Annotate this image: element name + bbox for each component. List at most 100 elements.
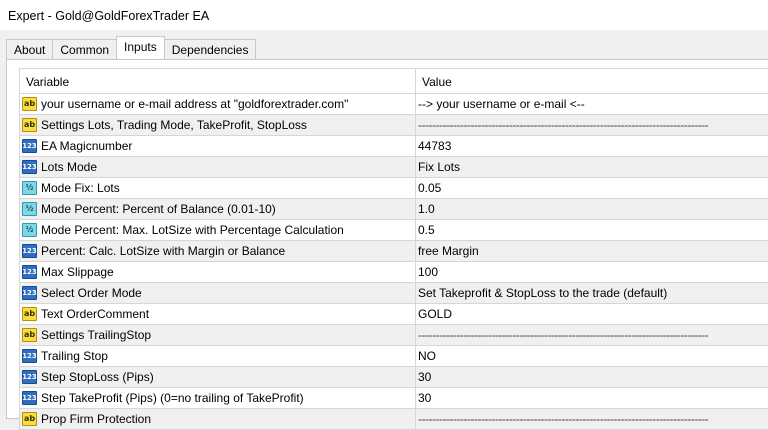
value-cell[interactable]: 30 — [416, 367, 768, 387]
variable-cell: 123 Step TakeProfit (Pips) (0=no trailing… — [20, 388, 416, 408]
value-text: 0.5 — [418, 223, 435, 237]
integer-type-icon: 123 — [22, 244, 37, 258]
variable-cell: 123 Step StopLoss (Pips) — [20, 367, 416, 387]
value-text: free Margin — [418, 244, 479, 258]
grid-rows: ab your username or e-mail address at "go… — [20, 94, 768, 430]
table-row[interactable]: ½ Mode Fix: Lots 0.05 — [20, 178, 768, 199]
variable-name: Step TakeProfit (Pips) (0=no trailing of… — [41, 391, 304, 405]
value-text: GOLD — [418, 307, 453, 321]
value-cell[interactable]: 0.05 — [416, 178, 768, 198]
table-row[interactable]: ½ Mode Percent: Percent of Balance (0.01-… — [20, 199, 768, 220]
table-row[interactable]: 123 Max Slippage 100 — [20, 262, 768, 283]
variable-name: Prop Firm Protection — [41, 412, 152, 426]
value-cell[interactable]: ----------------------------------------… — [416, 409, 768, 429]
tab-about[interactable]: About — [6, 39, 54, 59]
value-cell[interactable]: 44783 — [416, 136, 768, 156]
value-cell[interactable]: 0.5 — [416, 220, 768, 240]
variable-name: Lots Mode — [41, 160, 98, 174]
value-text: 1.0 — [418, 202, 435, 216]
variable-name: Percent: Calc. LotSize with Margin or Ba… — [41, 244, 286, 258]
table-row[interactable]: 123 Step StopLoss (Pips) 30 — [20, 367, 768, 388]
variable-name: your username or e-mail address at "gold… — [41, 97, 349, 111]
tab-strip: About Common Inputs Dependencies — [6, 36, 257, 59]
table-row[interactable]: 123 EA Magicnumber 44783 — [20, 136, 768, 157]
variable-name: Settings TrailingStop — [41, 328, 152, 342]
table-row[interactable]: 123 Percent: Calc. LotSize with Margin or… — [20, 241, 768, 262]
inputs-grid: Variable Value ab your username or e-mail… — [19, 68, 768, 430]
value-text: Set Takeprofit & StopLoss to the trade (… — [418, 286, 668, 300]
double-type-icon: ½ — [22, 202, 37, 216]
tab-inputs[interactable]: Inputs — [116, 36, 165, 59]
table-row[interactable]: ab Settings Lots, Trading Mode, TakeProfi… — [20, 115, 768, 136]
table-row[interactable]: 123 Lots Mode Fix Lots — [20, 157, 768, 178]
value-cell[interactable]: 100 — [416, 262, 768, 282]
variable-name: EA Magicnumber — [41, 139, 133, 153]
variable-cell: ab your username or e-mail address at "go… — [20, 94, 416, 114]
tab-common[interactable]: Common — [52, 39, 118, 59]
value-text: ----------------------------------------… — [418, 328, 709, 342]
value-text: Fix Lots — [418, 160, 461, 174]
table-row[interactable]: 123 Step TakeProfit (Pips) (0=no trailing… — [20, 388, 768, 409]
table-row[interactable]: 123 Select Order Mode Set Takeprofit & Sto… — [20, 283, 768, 304]
value-text: 30 — [418, 391, 432, 405]
variable-cell: 123 Lots Mode — [20, 157, 416, 177]
double-type-icon: ½ — [22, 223, 37, 237]
value-text: --> your username or e-mail <-- — [418, 97, 585, 111]
table-row[interactable]: ab your username or e-mail address at "go… — [20, 94, 768, 115]
value-cell[interactable]: NO — [416, 346, 768, 366]
value-cell[interactable]: 1.0 — [416, 199, 768, 219]
value-text: ----------------------------------------… — [418, 118, 709, 132]
table-row[interactable]: ab Text OrderComment GOLD — [20, 304, 768, 325]
variable-cell: 123 EA Magicnumber — [20, 136, 416, 156]
table-row[interactable]: 123 Trailing Stop NO — [20, 346, 768, 367]
value-cell[interactable]: ----------------------------------------… — [416, 115, 768, 135]
variable-cell: 123 Trailing Stop — [20, 346, 416, 366]
variable-name: Max Slippage — [41, 265, 114, 279]
variable-cell: 123 Percent: Calc. LotSize with Margin or… — [20, 241, 416, 261]
value-cell[interactable]: ----------------------------------------… — [416, 325, 768, 345]
integer-type-icon: 123 — [22, 139, 37, 153]
header-value[interactable]: Value — [416, 69, 768, 93]
integer-type-icon: 123 — [22, 160, 37, 174]
tab-dependencies[interactable]: Dependencies — [163, 39, 257, 59]
value-cell[interactable]: --> your username or e-mail <-- — [416, 94, 768, 114]
value-text: 0.05 — [418, 181, 442, 195]
variable-name: Settings Lots, Trading Mode, TakeProfit,… — [41, 118, 307, 132]
variable-cell: ab Text OrderComment — [20, 304, 416, 324]
variable-cell: ½ Mode Fix: Lots — [20, 178, 416, 198]
variable-cell: ab Prop Firm Protection — [20, 409, 416, 429]
value-cell[interactable]: Set Takeprofit & StopLoss to the trade (… — [416, 283, 768, 303]
value-text: ----------------------------------------… — [418, 412, 709, 426]
string-type-icon: ab — [22, 328, 37, 342]
inputs-panel: Variable Value ab your username or e-mail… — [6, 59, 768, 430]
integer-type-icon: 123 — [22, 370, 37, 384]
integer-type-icon: 123 — [22, 286, 37, 300]
variable-cell: ½ Mode Percent: Percent of Balance (0.01-… — [20, 199, 416, 219]
variable-name: Text OrderComment — [41, 307, 150, 321]
variable-name: Mode Fix: Lots — [41, 181, 120, 195]
string-type-icon: ab — [22, 412, 37, 426]
variable-name: Mode Percent: Max. LotSize with Percenta… — [41, 223, 344, 237]
variable-cell: 123 Select Order Mode — [20, 283, 416, 303]
variable-cell: ab Settings Lots, Trading Mode, TakeProfi… — [20, 115, 416, 135]
variable-cell: ab Settings TrailingStop — [20, 325, 416, 345]
value-text: NO — [418, 349, 436, 363]
integer-type-icon: 123 — [22, 349, 37, 363]
double-type-icon: ½ — [22, 181, 37, 195]
table-row[interactable]: ½ Mode Percent: Max. LotSize with Percent… — [20, 220, 768, 241]
value-cell[interactable]: free Margin — [416, 241, 768, 261]
variable-cell: ½ Mode Percent: Max. LotSize with Percent… — [20, 220, 416, 240]
table-row[interactable]: ab Settings TrailingStop -----------------… — [20, 325, 768, 346]
string-type-icon: ab — [22, 97, 37, 111]
value-cell[interactable]: GOLD — [416, 304, 768, 324]
header-variable[interactable]: Variable — [20, 69, 416, 93]
value-cell[interactable]: 30 — [416, 388, 768, 408]
value-text: 44783 — [418, 139, 452, 153]
variable-name: Mode Percent: Percent of Balance (0.01-1… — [41, 202, 276, 216]
string-type-icon: ab — [22, 118, 37, 132]
grid-header: Variable Value — [20, 69, 768, 94]
value-cell[interactable]: Fix Lots — [416, 157, 768, 177]
variable-name: Select Order Mode — [41, 286, 142, 300]
table-row[interactable]: ab Prop Firm Protection ------------------… — [20, 409, 768, 430]
window-title: Expert - Gold@GoldForexTrader EA — [0, 0, 768, 30]
